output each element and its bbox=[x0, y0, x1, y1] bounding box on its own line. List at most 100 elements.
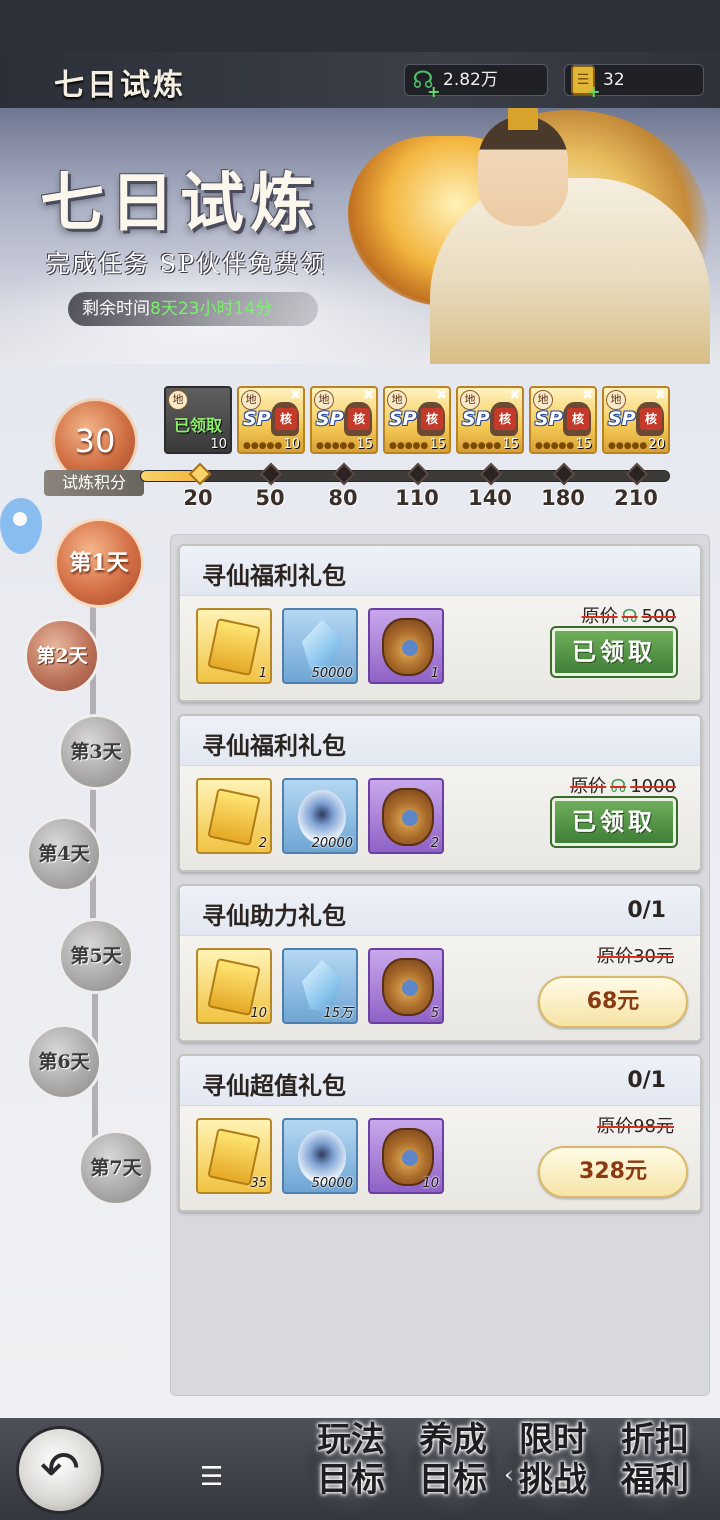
remaining-time: 剩余时间8天23小时14分 bbox=[68, 292, 318, 326]
top-bar: 七日试炼 ☊ + 2.82万 ☰ + 32 bbox=[0, 52, 720, 108]
pack-title: 寻仙福利礼包 bbox=[202, 561, 346, 590]
pack-item[interactable]: 10 bbox=[196, 948, 272, 1024]
sp-label: SP bbox=[535, 408, 563, 430]
day-tab-7[interactable]: 第7天 bbox=[78, 1130, 154, 1206]
item-quantity: 10 bbox=[250, 1006, 267, 1021]
day-tab-4[interactable]: 第4天 bbox=[26, 816, 102, 892]
day-tab-1[interactable]: 第1天 bbox=[54, 518, 144, 608]
nav-growth-goals[interactable]: 养成 目标 bbox=[408, 1420, 498, 1516]
purchase-progress: 0/1 bbox=[627, 1068, 666, 1093]
milestone-reward-140[interactable]: 地 ✖ SP 核 ●●●●● 15 bbox=[456, 386, 524, 454]
day-tab-2[interactable]: 第2天 bbox=[24, 618, 100, 694]
cross-icon: ✖ bbox=[509, 388, 520, 403]
original-price-value: 500 bbox=[641, 606, 676, 627]
original-price-label: 原价 bbox=[581, 606, 618, 627]
plus-icon[interactable]: + bbox=[587, 77, 600, 107]
rank-di-badge: 地 bbox=[241, 390, 261, 410]
nav-gameplay-goals[interactable]: 玩法 目标 bbox=[306, 1420, 396, 1516]
rank-di-badge: 地 bbox=[314, 390, 334, 410]
milestone-reward-20[interactable]: 地 已领取 10 bbox=[164, 386, 232, 454]
claimed-button[interactable]: 已领取 bbox=[550, 796, 678, 848]
gold-ticket-icon bbox=[207, 617, 261, 677]
buy-button[interactable]: 68元 bbox=[538, 976, 688, 1028]
back-button[interactable]: ↶ bbox=[16, 1426, 104, 1514]
sp-label: SP bbox=[389, 408, 417, 430]
card-header: 寻仙超值礼包 0/1 bbox=[180, 1056, 700, 1106]
card-body: 2 20000 2 原价 ☊ 1000 已领取 bbox=[180, 766, 700, 870]
reward-count: 20 bbox=[648, 437, 665, 452]
jade-amount: 2.82万 bbox=[443, 70, 498, 90]
pack-item[interactable]: 50000 bbox=[282, 608, 358, 684]
treasure-bag-icon bbox=[382, 788, 434, 846]
day-tab-3[interactable]: 第3天 bbox=[58, 714, 134, 790]
ticket-currency[interactable]: ☰ + 32 bbox=[564, 64, 704, 101]
milestone-reward-110[interactable]: 地 ✖ SP 核 ●●●●● 15 bbox=[383, 386, 451, 454]
coin-row-icon: ●●●●● bbox=[608, 441, 648, 451]
jade-dragon-icon: ☊ bbox=[621, 606, 638, 627]
rank-di-badge: 地 bbox=[533, 390, 553, 410]
rank-di-badge: 地 bbox=[387, 390, 407, 410]
back-arrow-icon: ↶ bbox=[39, 1441, 81, 1497]
original-price: 原价98元 bbox=[597, 1116, 674, 1137]
buy-button[interactable]: 328元 bbox=[538, 1146, 688, 1198]
event-banner: 七日试炼 完成任务 SP伙伴免费领 剩余时间8天23小时14分 bbox=[0, 108, 720, 364]
milestone-label: 80 bbox=[328, 486, 358, 510]
rank-di-badge: 地 bbox=[606, 390, 626, 410]
nav-label: 目标 bbox=[317, 1460, 385, 1500]
pack-item[interactable]: 1 bbox=[368, 608, 444, 684]
page-title: 七日试炼 bbox=[54, 68, 186, 103]
pack-item[interactable]: 15万 bbox=[282, 948, 358, 1024]
remaining-time-value: 8天23小时14分 bbox=[150, 299, 273, 319]
pack-item[interactable]: 10 bbox=[368, 1118, 444, 1194]
reward-count: 15 bbox=[429, 437, 446, 452]
pack-item[interactable]: 2 bbox=[368, 778, 444, 854]
purchase-progress: 0/1 bbox=[627, 898, 666, 923]
jade-dragon-icon: ☊ bbox=[610, 776, 627, 797]
day-tab-5[interactable]: 第5天 bbox=[58, 918, 134, 994]
item-quantity: 50000 bbox=[311, 1176, 353, 1191]
milestone-reward-210[interactable]: 地 ✖ SP 核 ●●●●● 20 bbox=[602, 386, 670, 454]
reward-count: 15 bbox=[502, 437, 519, 452]
nav-label: 挑战 bbox=[519, 1460, 587, 1500]
pack-title: 寻仙超值礼包 bbox=[202, 1071, 346, 1100]
core-badge: 核 bbox=[275, 408, 297, 430]
card-header: 寻仙助力礼包 0/1 bbox=[180, 886, 700, 936]
reward-count: 15 bbox=[356, 437, 373, 452]
pack-item[interactable]: 2 bbox=[196, 778, 272, 854]
item-quantity: 15万 bbox=[323, 1006, 353, 1021]
plus-icon[interactable]: + bbox=[427, 77, 440, 107]
jade-currency[interactable]: ☊ + 2.82万 bbox=[404, 64, 548, 101]
nav-label: 折扣 bbox=[621, 1420, 689, 1460]
pack-item[interactable]: 35 bbox=[196, 1118, 272, 1194]
pack-item[interactable]: 20000 bbox=[282, 778, 358, 854]
hero-robe-art bbox=[430, 178, 710, 364]
card-body: 1 50000 1 原价 ☊ 500 已领取 bbox=[180, 596, 700, 700]
item-quantity: 1 bbox=[430, 666, 439, 681]
nav-limited-challenge[interactable]: 限时 挑战 bbox=[508, 1420, 598, 1516]
milestone-reward-180[interactable]: 地 ✖ SP 核 ●●●●● 15 bbox=[529, 386, 597, 454]
claimed-label: 已领取 bbox=[173, 416, 222, 435]
cross-icon: ✖ bbox=[363, 388, 374, 403]
day-tab-6[interactable]: 第6天 bbox=[26, 1024, 102, 1100]
hero-portrait bbox=[478, 116, 568, 226]
gift-pack-card: 寻仙福利礼包 1 50000 1 原价 ☊ 500 已领取 bbox=[178, 544, 702, 702]
pack-item[interactable]: 50000 bbox=[282, 1118, 358, 1194]
rank-di-badge: 地 bbox=[168, 390, 188, 410]
nav-discount-welfare[interactable]: 折扣 福利 bbox=[610, 1420, 700, 1516]
claimed-button[interactable]: 已领取 bbox=[550, 626, 678, 678]
gold-ticket-icon bbox=[207, 787, 261, 847]
milestone-reward-50[interactable]: 地 ✖ SP 核 ●●●●● 10 bbox=[237, 386, 305, 454]
item-quantity: 20000 bbox=[311, 836, 353, 851]
nav-label: 玩法 bbox=[317, 1420, 385, 1460]
card-body: 35 50000 10 原价98元 328元 bbox=[180, 1106, 700, 1210]
original-price: 原价 ☊ 500 bbox=[582, 602, 676, 628]
pack-item[interactable]: 5 bbox=[368, 948, 444, 1024]
sp-label: SP bbox=[316, 408, 344, 430]
menu-icon[interactable]: ☰ bbox=[200, 1462, 223, 1492]
nav-label: 养成 bbox=[419, 1420, 487, 1460]
pack-title: 寻仙助力礼包 bbox=[202, 901, 346, 930]
milestone-reward-80[interactable]: 地 ✖ SP 核 ●●●●● 15 bbox=[310, 386, 378, 454]
item-quantity: 35 bbox=[250, 1176, 267, 1191]
pack-item[interactable]: 1 bbox=[196, 608, 272, 684]
gift-pack-card: 寻仙助力礼包 0/1 10 15万 5 原价30元 68元 bbox=[178, 884, 702, 1042]
